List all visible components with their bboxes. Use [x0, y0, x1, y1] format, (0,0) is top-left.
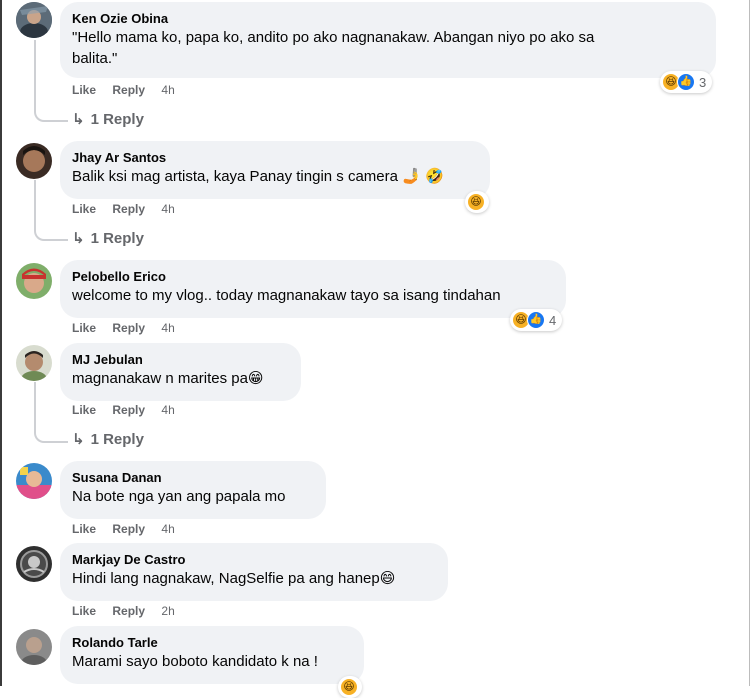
comment-bubble: Pelobello Erico welcome to my vlog.. tod… [60, 260, 566, 318]
comment-actions: Like Reply 4h [72, 402, 188, 418]
comment-author[interactable]: Pelobello Erico [72, 268, 554, 285]
comment-actions: Like Reply 4h [72, 320, 188, 336]
like-reaction-icon: 👍 [677, 73, 695, 91]
comment-author[interactable]: MJ Jebulan [72, 351, 289, 368]
reaction-summary[interactable]: 😆 [465, 191, 489, 213]
avatar[interactable] [16, 345, 52, 381]
comment-text: Hindi lang nagnakaw, NagSelfie pa ang ha… [72, 570, 396, 587]
reply-button[interactable]: Reply [112, 202, 145, 216]
avatar[interactable] [16, 263, 52, 299]
reply-button[interactable]: Reply [112, 83, 145, 97]
like-button[interactable]: Like [72, 202, 96, 216]
reply-arrow-icon: ↳ [72, 111, 85, 128]
comment-text: "Hello mama ko, papa ko, andito po ako n… [72, 29, 595, 46]
comment-actions: Like Reply 4h [72, 521, 188, 537]
reaction-count: 4 [549, 312, 557, 328]
reaction-summary[interactable]: 😆 👍 3 [660, 71, 712, 93]
comment-text: Marami sayo boboto kandidato k na ! [72, 653, 318, 670]
timestamp[interactable]: 2h [161, 604, 174, 618]
comment-bubble: MJ Jebulan magnanakaw n marites pa😁 [60, 343, 301, 401]
view-replies-link[interactable]: ↳ 1 Reply [72, 229, 144, 249]
reply-button[interactable]: Reply [112, 604, 145, 618]
comment-bubble: Rolando Tarle Marami sayo boboto kandida… [60, 626, 364, 684]
comment-actions: Like Reply 2h [72, 603, 188, 619]
like-button[interactable]: Like [72, 522, 96, 536]
reply-count-label: 1 Reply [90, 230, 144, 247]
like-button[interactable]: Like [72, 83, 96, 97]
comment-actions: Like Reply 4h [72, 201, 188, 217]
timestamp[interactable]: 4h [161, 202, 174, 216]
like-button[interactable]: Like [72, 403, 96, 417]
reply-arrow-icon: ↳ [72, 230, 85, 247]
timestamp[interactable]: 4h [161, 522, 174, 536]
comment-text: magnanakaw n marites pa😁 [72, 370, 264, 387]
comment-bubble: Markjay De Castro Hindi lang nagnakaw, N… [60, 543, 448, 601]
avatar[interactable] [16, 463, 52, 499]
comment-bubble: Jhay Ar Santos Balik ksi mag artista, ka… [60, 141, 490, 199]
comment-author[interactable]: Ken Ozie Obina [72, 10, 704, 27]
avatar[interactable] [16, 629, 52, 665]
avatar[interactable] [16, 143, 52, 179]
haha-reaction-icon: 😆 [340, 678, 358, 696]
reply-button[interactable]: Reply [112, 403, 145, 417]
reaction-summary[interactable]: 😆 [338, 676, 362, 698]
comment-text: Balik ksi mag artista, kaya Panay tingin… [72, 168, 444, 185]
comment-author[interactable]: Markjay De Castro [72, 551, 436, 568]
reply-button[interactable]: Reply [112, 321, 145, 335]
comment-text: Na bote nga yan ang papala mo [72, 488, 286, 505]
timestamp[interactable]: 4h [161, 403, 174, 417]
haha-reaction-icon: 😆 [467, 193, 485, 211]
comment-text: welcome to my vlog.. today magnanakaw ta… [72, 287, 501, 304]
like-reaction-icon: 👍 [527, 311, 545, 329]
comment-author[interactable]: Rolando Tarle [72, 634, 352, 651]
avatar[interactable] [16, 546, 52, 582]
view-replies-link[interactable]: ↳ 1 Reply [72, 430, 144, 450]
comment-bubble: Ken Ozie Obina "Hello mama ko, papa ko, … [60, 2, 716, 78]
timestamp[interactable]: 4h [161, 321, 174, 335]
timestamp[interactable]: 4h [161, 83, 174, 97]
avatar[interactable] [16, 2, 52, 38]
comment-actions: Like Reply 4h [72, 82, 188, 98]
comment-author[interactable]: Susana Danan [72, 469, 314, 486]
window-border-left [0, 0, 2, 686]
reply-count-label: 1 Reply [90, 111, 144, 128]
like-button[interactable]: Like [72, 321, 96, 335]
reply-button[interactable]: Reply [112, 522, 145, 536]
comment-text: balita." [72, 50, 118, 67]
reply-arrow-icon: ↳ [72, 431, 85, 448]
view-replies-link[interactable]: ↳ 1 Reply [72, 110, 144, 130]
comment-bubble: Susana Danan Na bote nga yan ang papala … [60, 461, 326, 519]
reply-count-label: 1 Reply [90, 431, 144, 448]
reaction-summary[interactable]: 😆 👍 4 [510, 309, 562, 331]
reaction-count: 3 [699, 74, 707, 90]
comment-author[interactable]: Jhay Ar Santos [72, 149, 478, 166]
like-button[interactable]: Like [72, 604, 96, 618]
